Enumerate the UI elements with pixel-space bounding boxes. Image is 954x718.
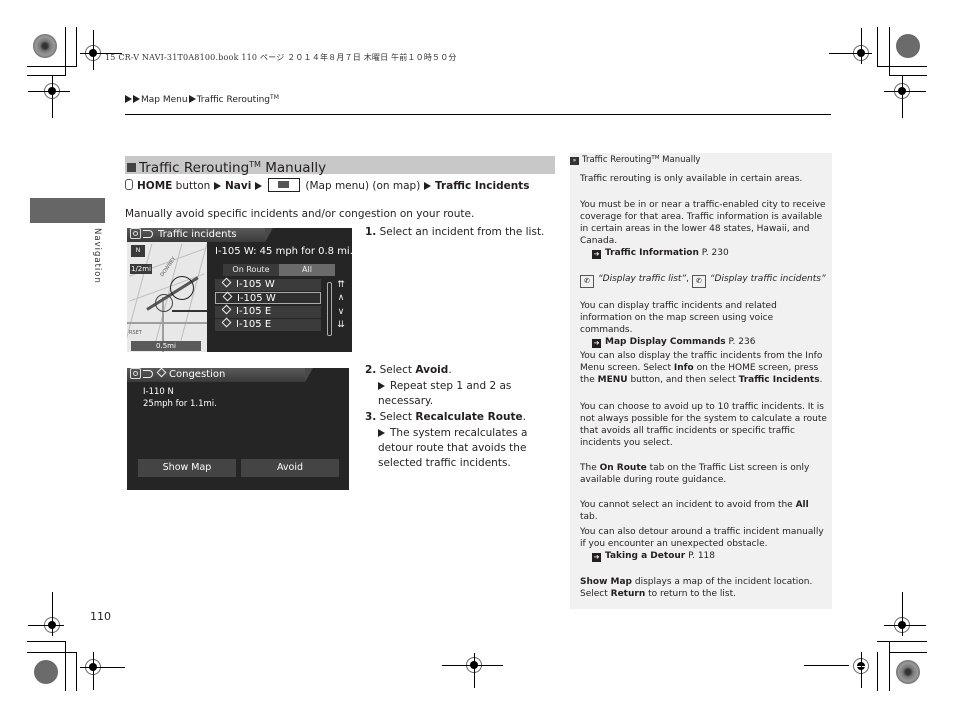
registration-disc-icon — [34, 660, 58, 684]
note-detour: You can also detour around a traffic inc… — [580, 527, 824, 562]
incident-icon — [222, 291, 233, 302]
note-all-tab: You cannot select an incident to avoid f… — [580, 500, 809, 522]
breadcrumb-traffic-rerouting[interactable]: Traffic Rerouting — [197, 95, 270, 105]
chapter-label: Navigation — [92, 228, 102, 284]
home-button-label: HOME — [137, 180, 173, 192]
tab-all[interactable]: All — [279, 264, 335, 276]
tab-on-route[interactable]: On Route — [223, 264, 279, 276]
double-arrow-icon: » — [570, 157, 579, 165]
arrow-right-icon — [378, 382, 385, 390]
print-header: 15 CR-V NAVI-31T0A8100.book 110 ページ ２０１４… — [105, 53, 457, 62]
north-up-icon[interactable]: N — [131, 245, 145, 257]
note-availability: Traffic rerouting is only available in c… — [580, 174, 803, 184]
screen-title: Congestion — [169, 369, 226, 380]
breadcrumb-map-menu[interactable]: Map Menu — [141, 95, 188, 105]
arrow-right-icon — [378, 429, 385, 437]
incident-detail: 25mph for 1.1mi. — [143, 399, 217, 409]
home-icon[interactable] — [130, 368, 141, 379]
incident-icon — [221, 304, 232, 315]
breadcrumb: Map Menu Traffic ReroutingTM — [125, 94, 279, 105]
arrow-right-icon — [213, 182, 221, 190]
traffic-incidents-screen: N 1/2mi DOWNEY RSET 0.5mi Traffic incide… — [127, 228, 352, 352]
incident-list-item-selected[interactable]: I-105 W — [215, 291, 321, 304]
navigation-path: HOME button Navi (Map menu) (on map) Tra… — [125, 178, 529, 192]
note-info-menu: You can also display the traffic inciden… — [580, 351, 823, 385]
map-scale-bar: 0.5mi — [131, 341, 201, 351]
registration-disc-icon — [896, 34, 920, 58]
xref-taking-a-detour[interactable]: ➔ Taking a Detour P. 118 — [580, 551, 715, 562]
map-menu-icon — [268, 178, 301, 192]
note-avoid-limit: You can choose to avoid up to 10 traffic… — [580, 402, 827, 448]
congestion-screen: Congestion I-110 N 25mph for 1.1mi. Show… — [127, 368, 349, 490]
step-3: 3. Select Recalculate Route. — [365, 411, 526, 423]
scrollbar[interactable] — [327, 282, 332, 336]
cross-reference-icon: ➔ — [592, 339, 601, 348]
page-down-icon[interactable]: ⇊ — [336, 319, 346, 331]
registration-disc-icon — [33, 34, 57, 58]
scroll-up-icon[interactable]: ∧ — [336, 292, 346, 304]
back-icon[interactable] — [143, 370, 153, 378]
arrow-right-icon — [423, 182, 431, 190]
square-bullet-icon — [127, 163, 136, 172]
voice-command-icon: ✆ — [691, 275, 706, 288]
home-icon[interactable] — [130, 228, 141, 239]
incident-icon — [221, 317, 232, 328]
voice-control-icon — [125, 179, 133, 190]
page-up-icon[interactable]: ⇈ — [336, 279, 346, 291]
note-map-display: You can display traffic incidents and re… — [580, 301, 777, 348]
screen-title-bar: Traffic incidents — [127, 228, 265, 242]
step-3-note: The system recalculates a detour route t… — [378, 427, 528, 469]
incident-list-item[interactable]: I-105 W — [215, 277, 321, 291]
section-title: Traffic ReroutingTM Manually — [125, 156, 555, 176]
screen-title: Traffic incidents — [158, 229, 237, 240]
screen-title-bar: Congestion — [127, 368, 305, 382]
arrow-right-icon — [133, 95, 140, 103]
voice-command-icon: ✆ — [580, 275, 594, 288]
notes-header: » Traffic ReroutingTM Manually — [570, 155, 700, 165]
avoid-button[interactable]: Avoid — [241, 459, 339, 477]
xref-traffic-information[interactable]: ➔ Traffic Information P. 230 — [580, 248, 729, 259]
note-voice-commands: ✆ “Display traffic list”, ✆ “Display traff… — [580, 273, 828, 288]
intro-text: Manually avoid specific incidents and/or… — [125, 208, 475, 220]
cross-reference-icon: ➔ — [592, 250, 601, 259]
arrow-right-icon — [254, 182, 262, 190]
arrow-right-icon — [125, 95, 132, 103]
incident-road: I-110 N — [143, 387, 174, 397]
chapter-tab — [30, 198, 105, 223]
registration-disc-icon — [896, 660, 920, 684]
map-scale-badge[interactable]: 1/2mi — [130, 264, 152, 274]
map-cursor-icon — [170, 276, 194, 300]
back-icon[interactable] — [143, 230, 153, 238]
incident-icon — [221, 277, 232, 288]
show-map-button[interactable]: Show Map — [138, 459, 236, 477]
incident-icon — [156, 368, 167, 378]
incident-list-item[interactable]: I-105 E — [215, 304, 321, 318]
xref-map-display-commands[interactable]: ➔ Map Display Commands P. 236 — [580, 337, 755, 348]
incident-summary: I-105 W: 45 mph for 0.8 mi. — [215, 246, 352, 257]
note-show-map: Show Map displays a map of the incident … — [580, 577, 813, 599]
crosshair-icon — [155, 294, 173, 312]
step-1: 1. Select an incident from the list. — [365, 226, 545, 238]
scroll-down-icon[interactable]: ∨ — [336, 306, 346, 318]
step-2-note: Repeat step 1 and 2 as necessary. — [378, 380, 512, 407]
map-view[interactable]: N 1/2mi DOWNEY RSET 0.5mi — [127, 242, 207, 352]
page-number: 110 — [90, 610, 111, 623]
note-coverage: You must be in or near a traffic-enabled… — [580, 200, 826, 259]
cross-reference-icon: ➔ — [592, 553, 601, 562]
incident-list-item[interactable]: I-105 E — [215, 317, 321, 331]
header-rule — [125, 114, 831, 115]
step-2: 2. Select Avoid. — [365, 364, 452, 376]
arrow-right-icon — [188, 95, 196, 103]
street-label: RSET — [129, 330, 142, 336]
note-on-route-tab: The On Route tab on the Traffic List scr… — [580, 463, 810, 485]
